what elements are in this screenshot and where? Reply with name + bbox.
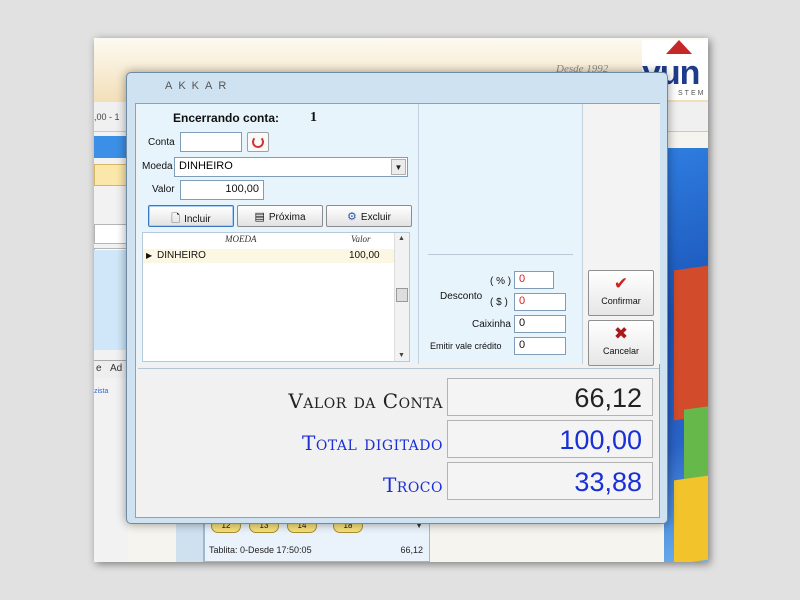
cell-valor: 100,00: [349, 250, 380, 261]
app-blue-header: [94, 136, 128, 158]
total-digitado-value: 100,00: [559, 425, 642, 455]
action-pane: ✔ Confirmar ✖ Cancelar: [584, 104, 660, 366]
refresh-button[interactable]: [247, 132, 269, 152]
refresh-icon: [252, 136, 264, 148]
percent-label: ( % ): [490, 276, 512, 287]
app-list-area: [94, 250, 128, 350]
scroll-up-icon[interactable]: ▲: [398, 235, 405, 242]
app-yellow-field[interactable]: [94, 164, 128, 186]
moeda-label: Moeda: [142, 161, 173, 172]
column-header-valor: Valor: [351, 234, 371, 244]
incluir-button[interactable]: 🗋 Incluir: [148, 205, 234, 227]
conta-label: Conta: [148, 137, 175, 148]
new-document-icon: 🗋: [171, 213, 181, 225]
logo-mark-icon: [666, 40, 692, 54]
amount-label: ( $ ): [490, 297, 508, 308]
divider: [428, 254, 573, 255]
next-icon: ▤: [254, 211, 265, 223]
table-scrollbar[interactable]: ▲ ▼: [394, 233, 409, 361]
discount-amount-field[interactable]: 0: [514, 293, 566, 311]
app-link[interactable]: zista: [94, 388, 108, 395]
total-digitado-label: Total digitado: [301, 431, 443, 455]
dialog-title: AKKAR: [165, 80, 233, 92]
app-tab[interactable]: Ad: [110, 363, 122, 374]
incluir-label: Incluir: [184, 214, 211, 225]
delete-icon: ⚙: [347, 211, 357, 223]
scroll-thumb[interactable]: [396, 288, 408, 302]
table-row[interactable]: ▶ DINHEIRO 100,00: [143, 249, 395, 263]
desktop-wallpaper: [664, 148, 708, 562]
caixinha-label: Caixinha: [472, 319, 511, 330]
valor-field[interactable]: 100,00: [180, 180, 264, 200]
payment-entry-pane: Encerrando conta: 1 Conta Moeda DINHEIRO…: [138, 104, 419, 364]
discount-percent-field[interactable]: 0: [514, 271, 554, 289]
app-tab[interactable]: e: [96, 363, 102, 374]
valor-conta-label: Valor da Conta: [288, 389, 443, 413]
valor-conta-box: 66,12: [447, 378, 653, 416]
moeda-select[interactable]: DINHEIRO ▼: [174, 157, 408, 177]
confirm-label: Confirmar: [601, 296, 641, 306]
troco-value: 33,88: [574, 467, 642, 497]
total-digitado-box: 100,00: [447, 420, 653, 458]
checkmark-icon: ✔: [613, 274, 629, 293]
troco-box: 33,88: [447, 462, 653, 500]
app-tabs: e Ad: [94, 360, 128, 378]
dropdown-arrow-icon[interactable]: ▼: [391, 159, 406, 175]
cancel-button[interactable]: ✖ Cancelar: [588, 320, 654, 366]
cross-icon: ✖: [613, 324, 629, 343]
cancel-label: Cancelar: [602, 346, 640, 356]
caixinha-field[interactable]: 0: [514, 315, 566, 333]
row-pointer-icon: ▶: [146, 251, 153, 260]
account-number: 1: [310, 110, 317, 125]
column-header-moeda: MOEDA: [225, 234, 257, 244]
payments-table: MOEDA Valor ▶ DINHEIRO 100,00 ▲ ▼: [142, 232, 410, 362]
scroll-down-icon[interactable]: ▼: [398, 352, 405, 359]
vale-credito-field[interactable]: 0: [514, 337, 566, 355]
toolbar-text: ,00 - 1: [94, 112, 120, 122]
app-field[interactable]: [94, 224, 128, 244]
desconto-label: Desconto: [440, 291, 483, 302]
screenshot-photo: Desde 1992 yun STEM ,00 - 1 e Ad zista 1…: [94, 38, 708, 562]
excluir-button[interactable]: ⚙ Excluir: [326, 205, 412, 227]
vale-credito-label: Emitir vale crédito: [430, 341, 502, 351]
confirm-button[interactable]: ✔ Confirmar: [588, 270, 654, 316]
valor-label: Valor: [152, 184, 175, 195]
cell-moeda: DINHEIRO: [157, 250, 206, 261]
conta-field[interactable]: [180, 132, 242, 152]
moeda-value: DINHEIRO: [179, 160, 233, 172]
proxima-button[interactable]: ▤ Próxima: [237, 205, 323, 227]
dialog-client: Encerrando conta: 1 Conta Moeda DINHEIRO…: [135, 103, 660, 518]
troco-label: Troco: [382, 473, 443, 497]
status-total: 66,12: [400, 545, 423, 555]
discount-pane: ( % ) 0 Desconto ( $ ) 0 Caixinha 0 Emit…: [420, 104, 583, 364]
close-account-dialog: AKKAR Encerrando conta: 1 Conta Moeda DI…: [126, 72, 668, 524]
excluir-label: Excluir: [360, 212, 391, 223]
proxima-label: Próxima: [268, 212, 306, 223]
brand-subtitle: STEM: [678, 90, 706, 97]
page-title: Encerrando conta:: [173, 111, 280, 125]
status-text: Tablita: 0-Desde 17:50:05: [209, 545, 312, 555]
valor-conta-value: 66,12: [574, 383, 642, 413]
totals-summary: Valor da Conta 66,12 Total digitado 100,…: [138, 368, 659, 517]
